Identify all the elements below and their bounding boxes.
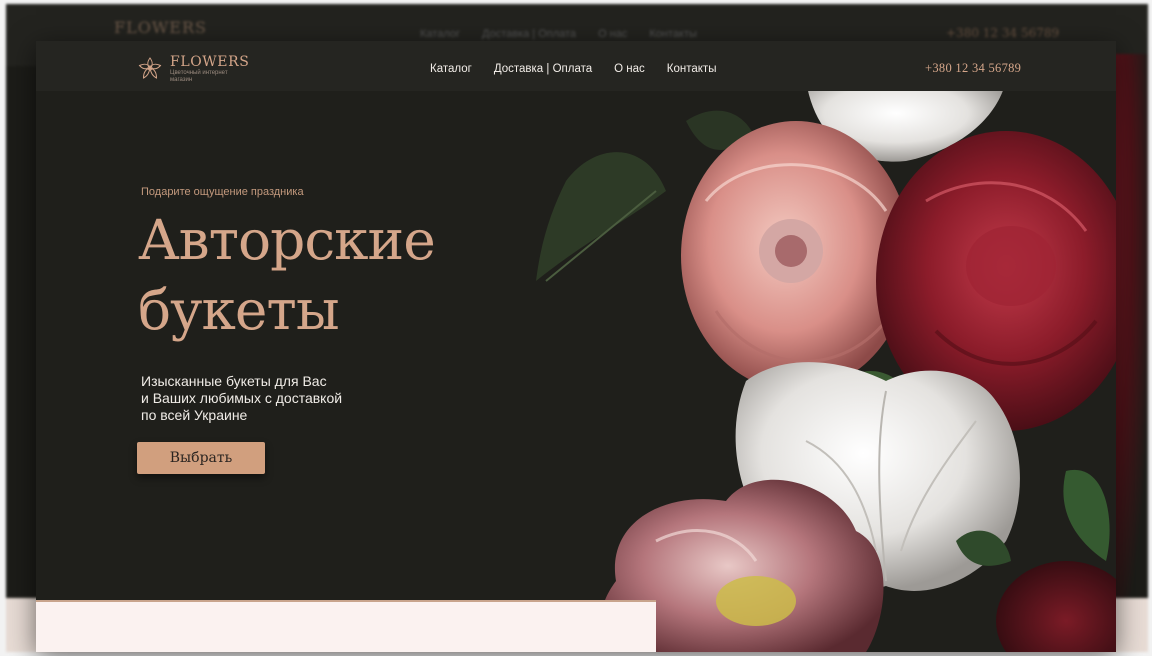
background-nav-item: Доставка | Оплата — [482, 28, 577, 40]
phone-link[interactable]: +380 12 34 56789 — [925, 61, 1021, 76]
background-logo: FLOWERS — [114, 18, 207, 37]
hero-title-line-1: Авторские — [138, 208, 436, 272]
main-nav: Каталог Доставка | Оплата О нас Контакты — [430, 63, 716, 75]
background-nav-item: Контакты — [649, 28, 697, 40]
hero-eyebrow: Подарите ощущение праздника — [141, 186, 304, 198]
hero-description-line: Изысканные букеты для Вас — [141, 373, 327, 389]
background-nav-item: О нас — [598, 28, 628, 40]
hero-description-line: и Ваших любимых с доставкой — [141, 390, 343, 406]
hero-description-line: по всей Украине — [141, 407, 248, 423]
nav-item-about[interactable]: О нас — [614, 63, 645, 75]
background-nav-links: Каталог Доставка | Оплата О нас Контакты — [420, 28, 697, 40]
nav-item-catalog[interactable]: Каталог — [430, 63, 472, 75]
choose-button[interactable]: Выбрать — [137, 442, 265, 474]
brand-logo[interactable]: FLOWERS Цветочный интернет магазин — [136, 55, 249, 84]
brand-tagline: Цветочный интернет магазин — [170, 70, 228, 83]
background-nav-item: Каталог — [420, 28, 460, 40]
landing-page: FLOWERS Цветочный интернет магазин Катал… — [36, 41, 1116, 652]
hero-description: Изысканные букеты для Вас и Ваших любимы… — [141, 373, 342, 424]
next-section-strip — [36, 600, 656, 652]
hero-title-line-2: букеты — [138, 278, 340, 342]
background-phone: +380 12 34 56789 — [946, 26, 1060, 40]
brand-name: FLOWERS — [170, 54, 250, 70]
top-navbar: FLOWERS Цветочный интернет магазин Катал… — [36, 41, 1116, 91]
hero-title: Авторские букеты — [138, 205, 436, 345]
flower-bouquet-image — [536, 81, 1116, 652]
flower-logo-icon — [138, 57, 162, 79]
nav-item-delivery-payment[interactable]: Доставка | Оплата — [494, 63, 592, 75]
nav-item-contacts[interactable]: Контакты — [667, 63, 717, 75]
